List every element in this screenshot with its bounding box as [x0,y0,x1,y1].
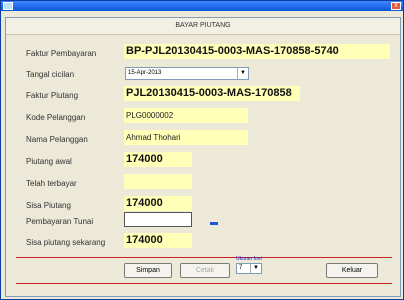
kode-pelanggan-field[interactable]: PLG0000002 [124,108,248,123]
separator-bottom [16,283,392,284]
cetak-button[interactable]: Cetak [180,263,230,278]
telah-terbayar-field[interactable] [124,174,192,189]
faktur-pembayaran-field[interactable]: BP-PJL20130415-0003-MAS-170858-5740 [124,44,390,59]
title-bar: x [1,1,403,11]
nama-pelanggan-label: Nama Pelanggan [26,135,88,144]
telah-terbayar-label: Telah terbayar [26,179,77,188]
close-icon[interactable]: x [391,2,401,10]
separator-top [16,257,392,258]
form-panel: BAYAR PIUTANG Faktur Pembayaran BP-PJL20… [5,17,401,297]
nama-pelanggan-field[interactable]: Ahmad Thohari [124,130,248,145]
tangal-cicilan-datepicker[interactable]: 15-Apr-2013 ▼ [125,67,249,80]
faktur-piutang-field[interactable]: PJL20130415-0003-MAS-170858 [124,86,300,101]
pembayaran-tunai-label: Pembayaran Tunai [26,217,94,226]
ukuran-font-label: Ukuran font [236,256,262,262]
piutang-awal-field[interactable]: 174000 [124,152,192,167]
bayar-piutang-window: x BAYAR PIUTANG Faktur Pembayaran BP-PJL… [0,0,404,300]
ukuran-font-select[interactable]: 7 ▼ [236,263,262,274]
keluar-button[interactable]: Keluar [326,263,378,278]
kode-pelanggan-label: Kode Pelanggan [26,113,86,122]
sisa-piutang-field[interactable]: 174000 [124,196,192,211]
sisa-piutang-label: Sisa Piutang [26,201,71,210]
sisa-piutang-sekarang-label: Sisa piutang sekarang [26,238,106,247]
panel-title: BAYAR PIUTANG [6,18,400,35]
piutang-awal-label: Piutang awal [26,157,72,166]
tangal-cicilan-label: Tangal cicilan [26,70,75,79]
tangal-cicilan-value: 15-Apr-2013 [128,70,162,76]
ukuran-font-value: 7 [239,265,243,271]
app-icon[interactable] [3,2,13,10]
faktur-pembayaran-label: Faktur Pembayaran [26,49,97,58]
chevron-down-icon[interactable]: ▼ [237,68,248,79]
chevron-down-icon[interactable]: ▼ [250,264,261,273]
cursor-marker [210,222,218,225]
simpan-button[interactable]: Simpan [124,263,172,278]
sisa-piutang-sekarang-field[interactable]: 174000 [124,233,192,248]
faktur-piutang-label: Faktur Piutang [26,91,79,100]
pembayaran-tunai-input[interactable] [124,212,192,227]
